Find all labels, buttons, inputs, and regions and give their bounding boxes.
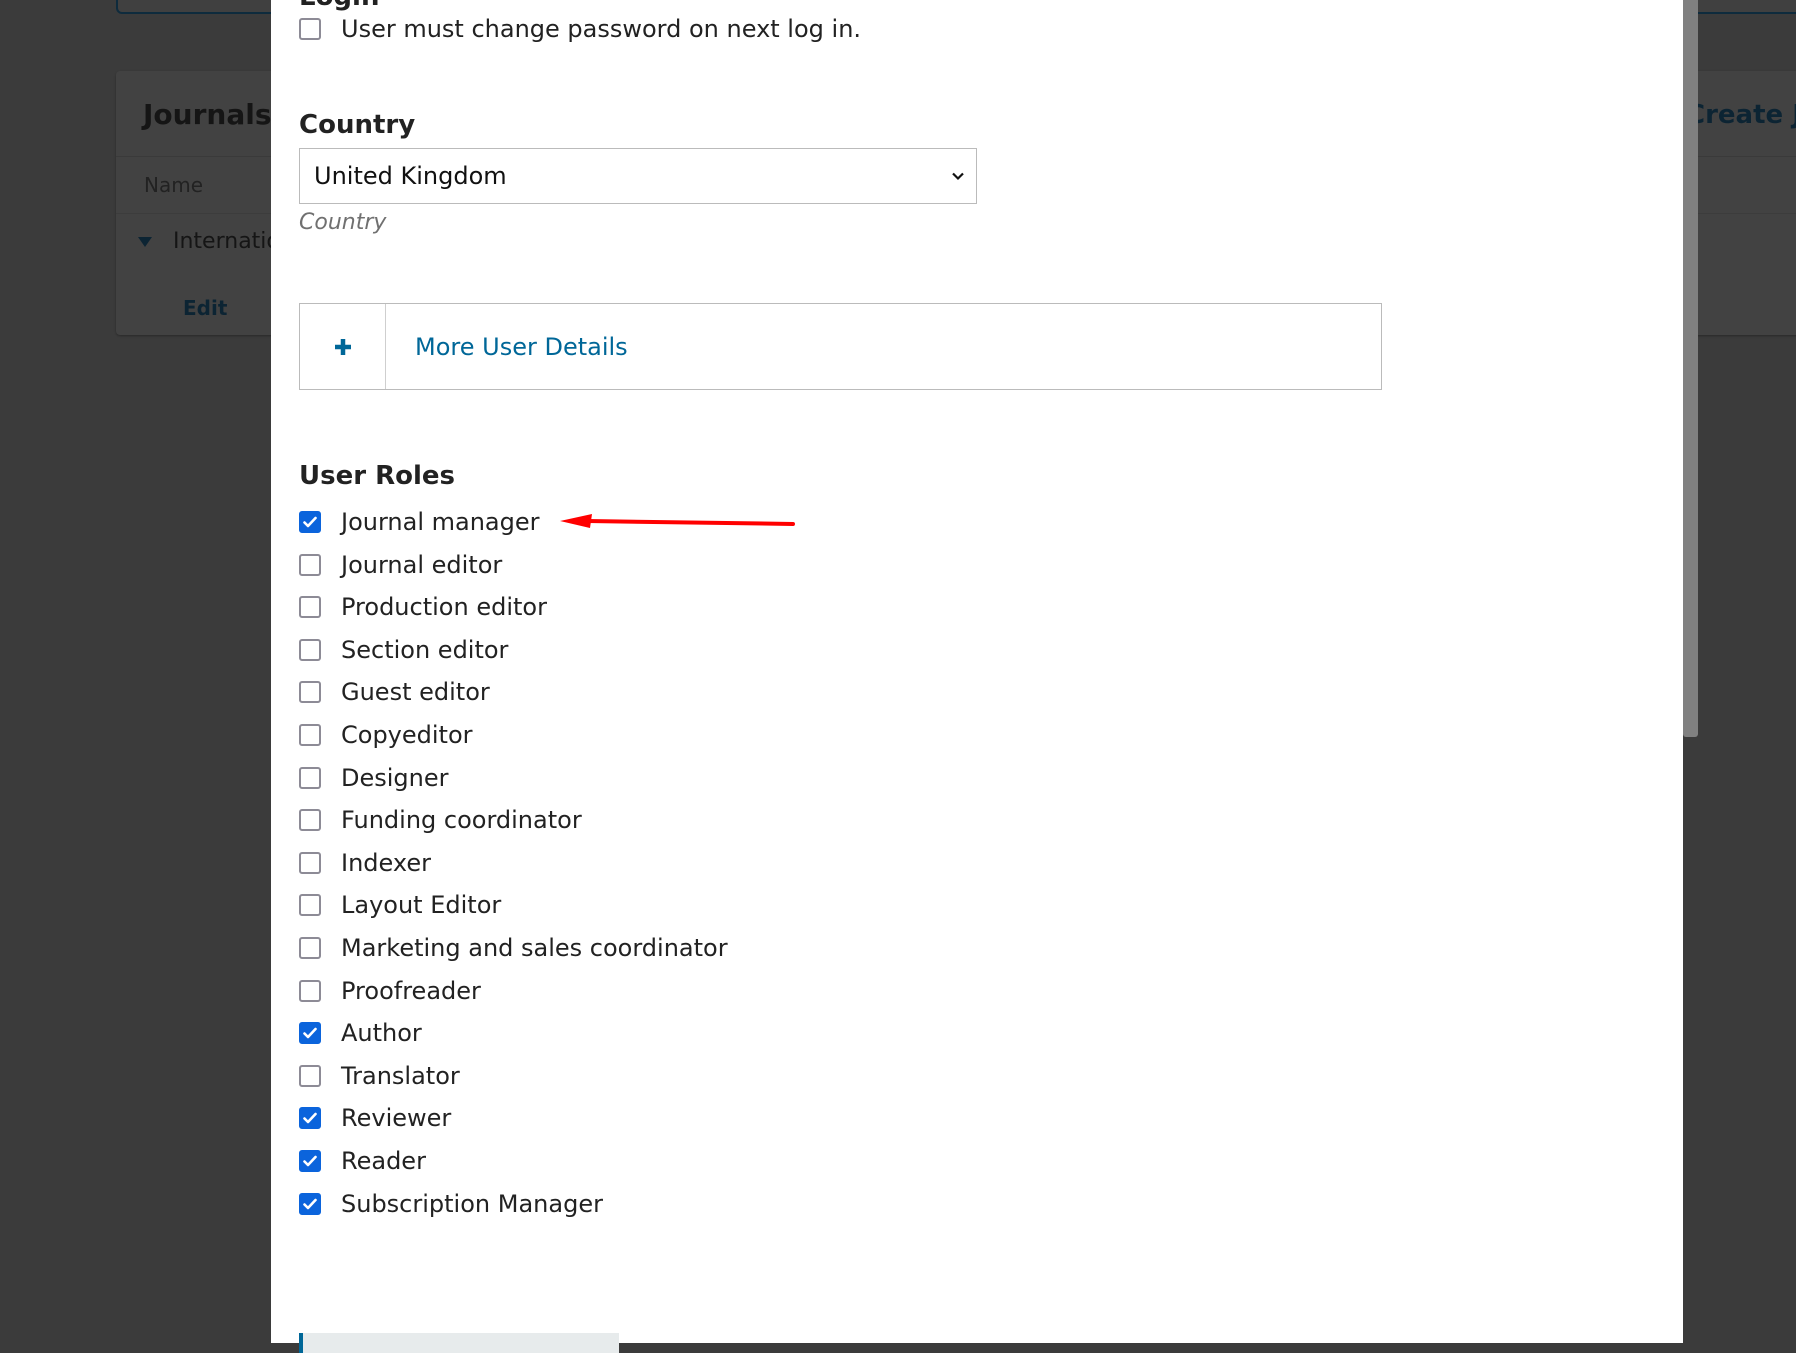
role-row[interactable]: Section editor (299, 635, 508, 665)
role-checkbox[interactable] (299, 851, 321, 874)
role-row[interactable]: Reviewer (299, 1103, 451, 1133)
country-select[interactable]: United Kingdom (299, 148, 977, 204)
chevron-down-icon (952, 172, 964, 181)
journals-title: Journals (143, 98, 272, 131)
role-row[interactable]: Journal editor (299, 550, 502, 580)
role-row[interactable]: Funding coordinator (299, 805, 582, 835)
login-section-label: Login (299, 0, 379, 12)
role-label: Designer (341, 763, 449, 792)
role-label: Reviewer (341, 1104, 452, 1133)
role-checkbox[interactable] (299, 1064, 321, 1087)
country-help-text: Country (299, 210, 387, 235)
role-row[interactable]: Reader (299, 1146, 426, 1176)
journal-edit-link: Edit (183, 296, 228, 320)
role-label: Marketing and sales coordinator (341, 934, 728, 962)
change-password-checkbox[interactable] (299, 18, 321, 40)
column-name-header: Name (144, 173, 204, 197)
role-row[interactable]: Marketing and sales coordinator (299, 933, 728, 963)
more-user-details-label[interactable]: More User Details (386, 304, 628, 389)
scrollbar-thumb[interactable] (1683, 0, 1698, 737)
role-checkbox[interactable] (299, 596, 321, 619)
role-checkbox[interactable] (299, 1192, 321, 1215)
change-password-row[interactable]: User must change password on next log in… (299, 14, 861, 44)
change-password-label: User must change password on next log in… (341, 15, 862, 43)
role-checkbox[interactable] (299, 511, 321, 533)
more-user-details-toggle[interactable]: More User Details (299, 303, 1382, 390)
role-label: Production editor (341, 593, 547, 622)
role-row[interactable]: Layout Editor (299, 890, 501, 920)
user-roles-heading: User Roles (299, 461, 455, 491)
role-label: Indexer (341, 848, 431, 877)
role-label: Copyeditor (341, 721, 473, 749)
plus-icon (334, 338, 351, 355)
role-checkbox[interactable] (299, 638, 321, 661)
caret-down-icon (138, 237, 152, 247)
role-label: Funding coordinator (341, 806, 582, 835)
role-row[interactable]: Designer (299, 763, 449, 793)
checkmark-icon (303, 1113, 317, 1124)
role-label: Section editor (341, 635, 509, 664)
modal-scrollbar[interactable] (1683, 0, 1698, 1343)
role-row[interactable]: Copyeditor (299, 720, 473, 750)
checkmark-icon (303, 516, 317, 528)
role-label: Proofreader (341, 976, 481, 1005)
role-checkbox[interactable] (299, 724, 321, 746)
role-label: Journal manager (341, 508, 540, 536)
checkmark-icon (303, 1155, 317, 1167)
role-checkbox[interactable] (299, 1150, 321, 1172)
role-label: Author (341, 1019, 422, 1048)
role-row[interactable]: Proofreader (299, 976, 481, 1006)
role-checkbox[interactable] (299, 894, 321, 917)
role-label: Translator (341, 1061, 460, 1090)
country-label: Country (299, 110, 416, 140)
checkmark-icon (303, 1027, 317, 1039)
role-label: Reader (341, 1147, 426, 1175)
role-row[interactable]: Production editor (299, 592, 547, 622)
role-checkbox[interactable] (299, 1107, 321, 1130)
role-row[interactable]: Guest editor (299, 677, 490, 707)
role-row[interactable]: Indexer (299, 848, 431, 878)
role-checkbox[interactable] (299, 553, 321, 576)
role-checkbox[interactable] (299, 937, 321, 959)
edit-user-modal: Login User must change password on next … (271, 0, 1683, 1353)
notice-box (299, 1333, 619, 1353)
role-checkbox[interactable] (299, 681, 321, 704)
role-row[interactable]: Author (299, 1018, 422, 1048)
role-checkbox[interactable] (299, 809, 321, 832)
more-details-expand-button[interactable] (300, 304, 386, 389)
red-arrow-annotation (560, 514, 795, 528)
checkmark-icon (303, 1198, 317, 1209)
country-select-value: United Kingdom (314, 162, 507, 190)
role-checkbox[interactable] (299, 766, 321, 789)
role-label: Guest editor (341, 678, 490, 707)
create-journal-button: Create Journal (1686, 100, 1796, 130)
role-label: Subscription Manager (341, 1189, 603, 1218)
role-checkbox[interactable] (299, 979, 321, 1002)
role-checkbox[interactable] (299, 1022, 321, 1045)
role-label: Journal editor (341, 550, 503, 579)
role-row[interactable]: Subscription Manager (299, 1189, 603, 1219)
role-row[interactable]: Journal manager (299, 507, 540, 537)
role-row[interactable]: Translator (299, 1061, 460, 1091)
role-label: Layout Editor (341, 891, 502, 920)
